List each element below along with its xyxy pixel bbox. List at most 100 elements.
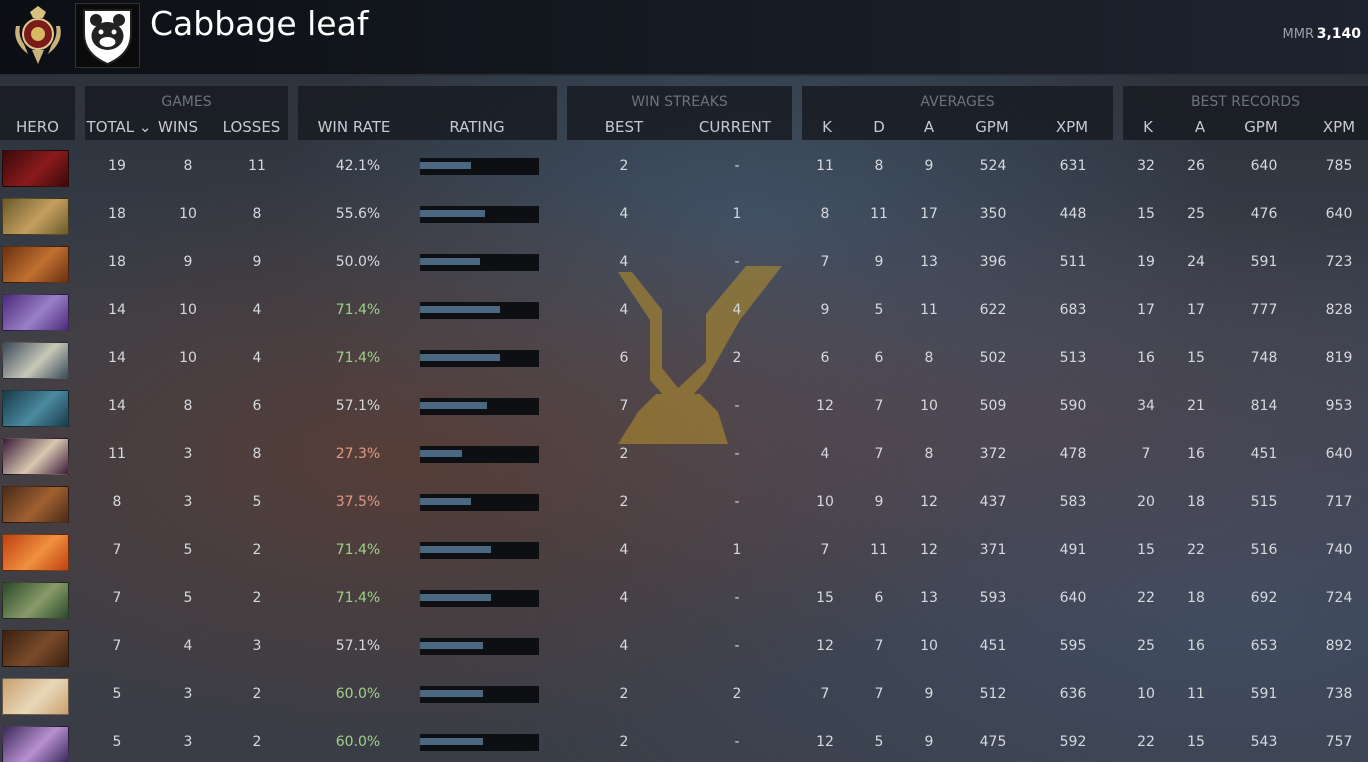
best-assists-cell: 15 <box>1187 350 1205 366</box>
avg-xpm-cell: 448 <box>1059 206 1087 222</box>
best-gpm-cell: 591 <box>1250 254 1278 270</box>
best-assists-cell: 15 <box>1187 734 1205 750</box>
hero-portrait-phantom-assassin[interactable] <box>2 390 69 427</box>
hero-portrait-monkey-king[interactable] <box>2 486 69 523</box>
table-row[interactable]: 18 9 9 50.0% 4 - 7 9 13 396 511 19 24 591 723 <box>0 244 1368 284</box>
best-xpm-cell: 892 <box>1325 638 1353 654</box>
streak-current-column-header[interactable]: CURRENT <box>689 118 781 136</box>
hero-portrait-ursa[interactable] <box>2 630 69 667</box>
avg-gpm-column-header[interactable]: GPM <box>968 118 1016 136</box>
hero-portrait-mirana[interactable] <box>2 342 69 379</box>
hero-portrait-shadow-fiend[interactable] <box>2 150 69 187</box>
rating-column-header[interactable]: RATING <box>416 118 538 136</box>
best-a-column-header[interactable]: A <box>1185 118 1215 136</box>
table-row[interactable]: 11 3 8 27.3% 2-4 7 8 372 478 7 16 451 640 <box>0 436 1368 476</box>
hero-portrait-faceless-void[interactable] <box>2 294 69 331</box>
player-avatar[interactable] <box>75 3 140 68</box>
averages-header-block: AVERAGES K D A GPM XPM <box>802 86 1113 140</box>
streak-best-cell: 2 <box>619 158 629 174</box>
avg-deaths-cell: 9 <box>874 494 884 510</box>
rating-bar <box>420 494 539 511</box>
avg-deaths-cell: 11 <box>870 206 888 222</box>
hero-portrait-lina[interactable] <box>2 534 69 571</box>
hero-portrait-sniper[interactable] <box>2 582 69 619</box>
avg-gpm-cell: 593 <box>979 590 1007 606</box>
table-row[interactable]: 7 5 2 71.4% 4 1 7 11 12 371 491 15 22 516 740 <box>0 532 1368 572</box>
total-games-cell: 14 <box>108 398 126 414</box>
avg-xpm-cell: 595 <box>1059 638 1087 654</box>
best-gpm-column-header[interactable]: GPM <box>1237 118 1285 136</box>
table-row[interactable]: 8 3 5 37.5% 2 - 10 9 12 437 583 20 18 515 717 <box>0 484 1368 524</box>
avg-assists-cell: 13 <box>920 590 938 606</box>
total-games-cell: 11 <box>108 446 126 462</box>
best-kills-cell: 15 <box>1137 206 1155 222</box>
table-row[interactable]: 7 5 2 71.4% 4 - 15 6 13 593 640 22 18 692 724 <box>0 580 1368 620</box>
avg-xpm-cell: 640 <box>1059 590 1087 606</box>
total-column-header[interactable]: TOTAL ⌄ <box>85 118 153 136</box>
table-row[interactable]: 14 8 6 57.1% 7 - 12 7 10 509 590 34 21 814 953 <box>0 388 1368 428</box>
best-gpm-cell: 516 <box>1250 542 1278 558</box>
avg-deaths-cell: 11 <box>870 542 888 558</box>
streak-best-cell: 6 <box>619 350 629 366</box>
best-kills-cell: 32 <box>1137 158 1155 174</box>
avg-kills-cell: 12 <box>816 398 834 414</box>
hero-column-header[interactable]: HERO <box>0 118 75 136</box>
hero-portrait-templar-assassin[interactable] <box>2 726 69 762</box>
best-xpm-cell: 757 <box>1325 734 1353 750</box>
hero-portrait-alchemist[interactable] <box>2 198 69 235</box>
streak-current-cell: - <box>734 638 740 654</box>
avg-assists-cell: 13 <box>920 254 938 270</box>
hero-portrait-invoker[interactable] <box>2 438 69 475</box>
best-gpm-cell: 543 <box>1250 734 1278 750</box>
best-xpm-column-header[interactable]: XPM <box>1315 118 1363 136</box>
win-rate-cell: 50.0% <box>335 254 381 270</box>
table-row[interactable]: 5 3 2 60.0% 2 - 12 5 9 475 592 22 15 543 757 <box>0 724 1368 762</box>
hero-portrait-dawnbreaker[interactable] <box>2 678 69 715</box>
table-row[interactable]: 14 10 4 71.4% 4 4 9 5 11 622 683 17 17 777 828 <box>0 292 1368 332</box>
hero-portrait-earthshaker[interactable] <box>2 246 69 283</box>
avg-gpm-cell: 509 <box>979 398 1007 414</box>
hero-header-block: HERO <box>0 86 75 140</box>
avg-deaths-cell: 6 <box>874 590 884 606</box>
wins-column-header[interactable]: WINS <box>153 118 203 136</box>
avg-k-column-header[interactable]: K <box>812 118 842 136</box>
win-rate-cell: 71.4% <box>335 590 381 606</box>
avg-gpm-cell: 372 <box>979 446 1007 462</box>
streak-current-cell: 2 <box>732 686 742 702</box>
losses-column-header[interactable]: LOSSES <box>215 118 288 136</box>
streak-current-cell: 4 <box>732 302 742 318</box>
win-rate-cell: 60.0% <box>335 734 381 750</box>
profile-header: Cabbage leaf MMR 3,140 <box>0 0 1368 76</box>
table-row[interactable]: 5 3 2 60.0% 2 2 7 7 9 512 636 10 11 591 738 <box>0 676 1368 716</box>
table-row[interactable]: 7 4 3 57.1% 4 - 12 7 10 451 595 25 16 653 892 <box>0 628 1368 668</box>
table-row[interactable]: 14 10 4 71.4% 6 2 6 6 8 502 513 16 15 748 819 <box>0 340 1368 380</box>
avg-xpm-column-header[interactable]: XPM <box>1048 118 1096 136</box>
best-kills-cell: 34 <box>1137 398 1155 414</box>
avg-gpm-cell: 350 <box>979 206 1007 222</box>
win-rate-column-header[interactable]: WIN RATE <box>298 118 410 136</box>
losses-cell: 2 <box>252 542 262 558</box>
total-games-cell: 14 <box>108 302 126 318</box>
streak-best-column-header[interactable]: BEST <box>589 118 659 136</box>
rating-bar-fill <box>420 642 483 649</box>
avg-gpm-cell: 502 <box>979 350 1007 366</box>
rating-bar <box>420 398 539 415</box>
wins-cell: 3 <box>183 734 193 750</box>
avg-a-column-header[interactable]: A <box>914 118 944 136</box>
rating-bar-fill <box>420 498 471 505</box>
avg-kills-cell: 12 <box>816 734 834 750</box>
avg-assists-cell: 8 <box>924 446 934 462</box>
best-assists-cell: 11 <box>1187 686 1205 702</box>
table-row[interactable]: 19 8 11 42.1% 2 - 11 8 9 524 631 32 26 640 785 <box>0 148 1368 188</box>
total-games-cell: 7 <box>112 590 122 606</box>
total-games-cell: 5 <box>112 734 122 750</box>
rank-medal-icon <box>15 6 61 64</box>
avg-gpm-cell: 475 <box>979 734 1007 750</box>
total-games-cell: 7 <box>112 638 122 654</box>
table-row[interactable]: 18 10 8 55.6% 4 1 8 11 17 350 448 15 25 476 640 <box>0 196 1368 236</box>
best-kills-cell: 17 <box>1137 302 1155 318</box>
avg-d-column-header[interactable]: D <box>864 118 894 136</box>
wins-cell: 9 <box>183 254 193 270</box>
best-kills-cell: 20 <box>1137 494 1155 510</box>
best-k-column-header[interactable]: K <box>1133 118 1163 136</box>
